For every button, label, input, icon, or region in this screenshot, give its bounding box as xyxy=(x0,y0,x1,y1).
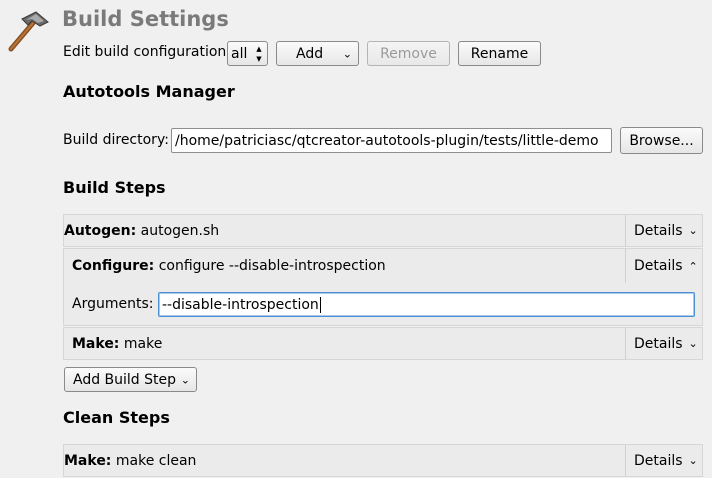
arguments-input[interactable]: --disable-introspection xyxy=(158,292,695,317)
build-directory-input[interactable]: /home/patriciasc/qtcreator-autotools-plu… xyxy=(171,128,612,153)
details-label: Details xyxy=(634,452,683,469)
rename-configuration-label: Rename xyxy=(470,45,529,62)
details-toggle-button[interactable]: Details ⌃ xyxy=(625,249,702,283)
clean-steps-heading: Clean Steps xyxy=(63,408,170,427)
add-build-step-label: Add Build Step xyxy=(73,371,177,388)
chevron-down-icon: ⌄ xyxy=(342,47,352,60)
step-name: Configure: xyxy=(72,258,155,274)
arguments-value: --disable-introspection xyxy=(162,296,319,313)
clean-step-make: Make: make clean Details ⌄ xyxy=(63,444,703,477)
build-step-make: Make: make Details ⌄ xyxy=(63,327,703,360)
chevron-down-icon: ⌄ xyxy=(180,373,190,386)
step-command: make xyxy=(123,335,163,352)
add-build-step-button[interactable]: Add Build Step ⌄ xyxy=(64,367,197,392)
browse-label: Browse... xyxy=(629,132,694,149)
build-step-autogen: Autogen: autogen.sh Details ⌄ xyxy=(63,214,703,247)
build-configuration-selector[interactable]: all ▲ ▼ xyxy=(227,41,268,66)
details-toggle-button[interactable]: Details ⌄ xyxy=(625,445,702,476)
step-name: Autogen: xyxy=(64,222,137,239)
step-command: autogen.sh xyxy=(140,222,220,239)
step-title: Make: make clean xyxy=(64,453,196,469)
add-configuration-button[interactable]: Add ⌄ xyxy=(276,41,359,66)
text-caret xyxy=(319,296,321,313)
step-title: Configure: configure --disable-introspec… xyxy=(72,258,386,274)
details-label: Details xyxy=(634,335,683,352)
details-label: Details xyxy=(634,222,683,239)
browse-button[interactable]: Browse... xyxy=(620,127,703,154)
build-directory-label: Build directory: xyxy=(63,132,169,148)
step-name: Make: xyxy=(64,452,112,469)
rename-configuration-button[interactable]: Rename xyxy=(458,41,541,66)
hammer-icon xyxy=(6,10,50,54)
build-configuration-value: all xyxy=(231,45,248,62)
spin-arrows-icon: ▲ ▼ xyxy=(256,45,262,63)
step-name: Make: xyxy=(72,335,120,352)
step-command: configure --disable-introspection xyxy=(158,258,386,274)
build-step-configure: Configure: configure --disable-introspec… xyxy=(63,248,703,326)
chevron-down-icon: ⌄ xyxy=(688,337,698,350)
step-command: make clean xyxy=(115,452,197,469)
details-toggle-button[interactable]: Details ⌄ xyxy=(625,328,702,359)
remove-configuration-label: Remove xyxy=(380,45,437,62)
build-steps-heading: Build Steps xyxy=(63,178,166,197)
chevron-up-icon: ⌃ xyxy=(688,259,698,273)
edit-build-configuration-label: Edit build configuration: xyxy=(63,44,232,60)
chevron-down-icon: ⌄ xyxy=(688,454,698,467)
details-toggle-button[interactable]: Details ⌄ xyxy=(625,215,702,246)
remove-configuration-button[interactable]: Remove xyxy=(367,41,450,66)
page-title: Build Settings xyxy=(62,7,229,31)
details-label: Details xyxy=(634,258,683,274)
step-title: Make: make xyxy=(72,336,162,352)
build-directory-value: /home/patriciasc/qtcreator-autotools-plu… xyxy=(175,132,599,149)
add-configuration-label: Add xyxy=(296,45,324,62)
chevron-down-icon: ⌄ xyxy=(688,224,698,237)
arguments-label: Arguments: xyxy=(72,296,154,312)
step-title: Autogen: autogen.sh xyxy=(64,223,219,239)
autotools-manager-heading: Autotools Manager xyxy=(63,82,235,101)
